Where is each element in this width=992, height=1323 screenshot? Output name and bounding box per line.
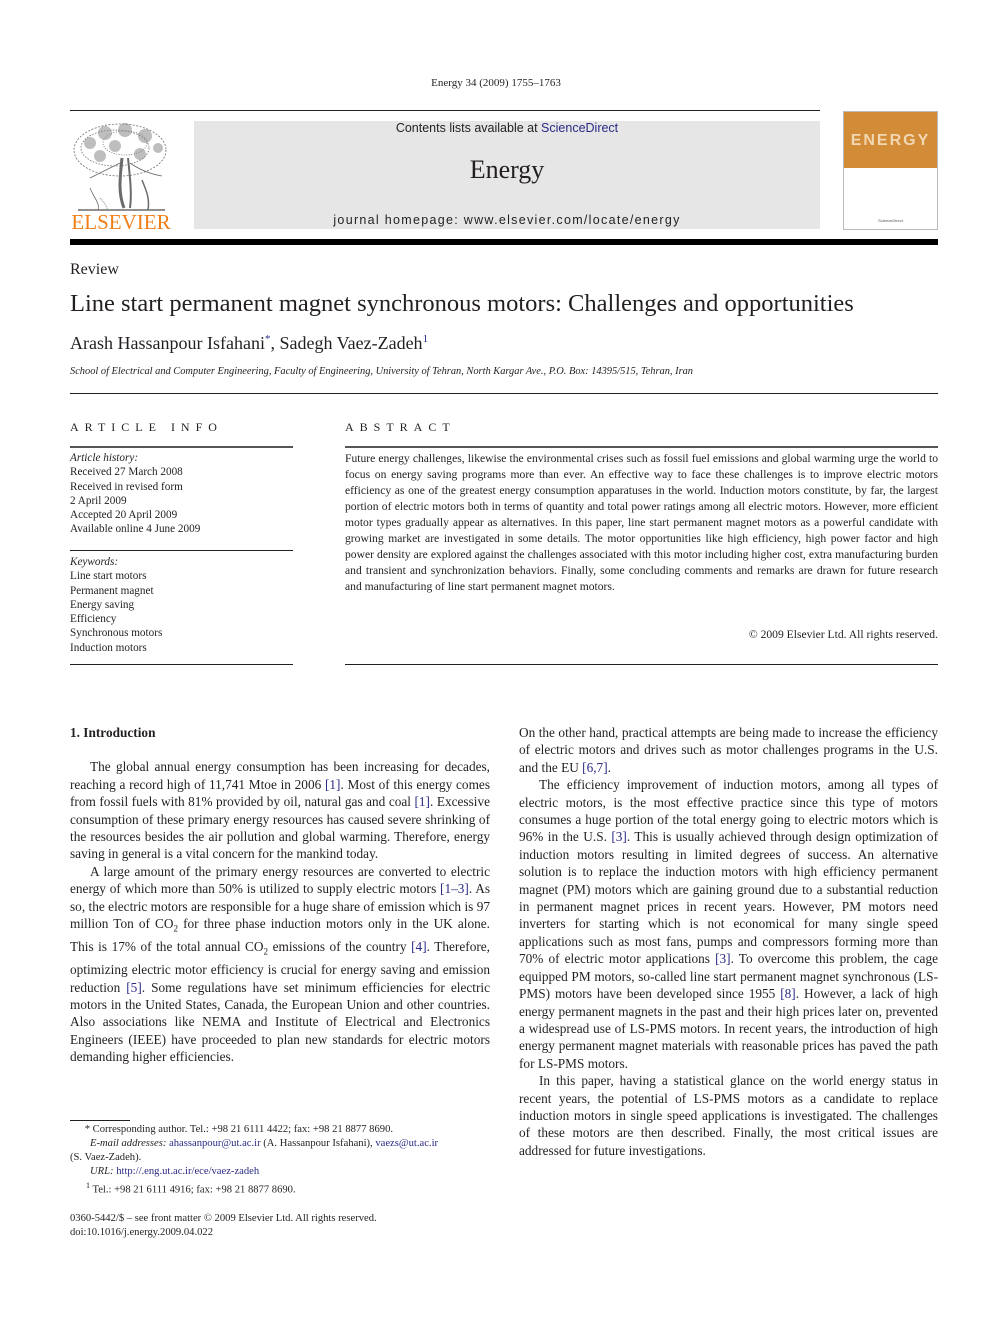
keywords-label: Keywords: <box>70 556 119 568</box>
contents-prefix: Contents lists available at <box>395 121 542 135</box>
elsevier-wordmark[interactable]: ELSEVIER <box>70 210 172 235</box>
abstract-text: Future energy challenges, likewise the e… <box>345 452 938 593</box>
top-rule <box>70 110 820 111</box>
text-run: In this paper, having a statistical glan… <box>519 1073 938 1158</box>
abstract-heading: ABSTRACT <box>345 420 456 434</box>
history-item: Received 27 March 2008 <box>70 466 183 479</box>
keywords: Keywords: Line start motors Permanent ma… <box>70 555 293 655</box>
keyword: Efficiency <box>70 613 117 626</box>
journal-homepage-link[interactable]: journal homepage: www.elsevier.com/locat… <box>194 213 820 227</box>
footnote-text: Tel.: +98 21 6111 4916; fax: +98 21 8877… <box>92 1184 296 1196</box>
url-label: URL: <box>90 1166 117 1177</box>
text-run: A large amount of the primary energy res… <box>70 863 490 897</box>
issn-block: 0360-5442/$ – see front matter © 2009 El… <box>70 1212 490 1240</box>
body-paragraph: In this paper, having a statistical glan… <box>519 1072 938 1159</box>
body-column-left: 1. Introduction The global annual energy… <box>70 724 490 1066</box>
author-name[interactable]: Sadegh Vaez-Zadeh <box>279 333 422 353</box>
citation-link[interactable]: [3] <box>715 951 731 966</box>
article-history: Article history: Received 27 March 2008 … <box>70 451 293 537</box>
cover-title: ENERGY <box>850 132 931 149</box>
corresponding-author-note: Corresponding author. Tel.: +98 21 6111 … <box>92 1124 394 1135</box>
email-label: E-mail addresses: <box>90 1138 170 1149</box>
divider <box>345 664 938 665</box>
text-run: emissions of the country <box>268 939 412 955</box>
body-column-right: On the other hand, practical attempts ar… <box>519 724 938 1159</box>
divider <box>70 664 293 665</box>
email-link[interactable]: ahassanpour@ut.ac.ir <box>169 1138 261 1149</box>
keyword: Energy saving <box>70 598 135 611</box>
cover-footer: ScienceDirect <box>878 218 903 223</box>
journal-name: Energy <box>469 155 545 184</box>
paragraphs: On the other hand, practical attempts ar… <box>519 724 938 1159</box>
citation-link[interactable]: [1] <box>414 794 430 809</box>
history-item: 2 April 2009 <box>70 494 127 507</box>
citation-link[interactable]: [6,7] <box>582 760 607 775</box>
keyword: Permanent magnet <box>70 584 154 597</box>
contents-availability: Contents lists available at ScienceDirec… <box>194 121 820 135</box>
keyword: Synchronous motors <box>70 627 163 640</box>
affiliation: School of Electrical and Computer Engine… <box>70 366 694 377</box>
section-heading: 1. Introduction <box>70 725 156 740</box>
citation-link[interactable]: [3] <box>611 829 627 844</box>
paper-title: Line start permanent magnet synchronous … <box>70 290 854 317</box>
footnote-mark: * <box>84 1124 90 1135</box>
body-paragraph: A large amount of the primary energy res… <box>70 863 490 1066</box>
citation-link[interactable]: [4] <box>411 939 427 954</box>
text-run: . This is usually achieved through desig… <box>519 829 938 967</box>
running-head: Energy 34 (2009) 1755–1763 <box>431 77 561 89</box>
article-info-heading: ARTICLE INFO <box>70 420 223 434</box>
history-item: Accepted 20 April 2009 <box>70 509 178 522</box>
divider <box>70 393 938 394</box>
footnote-rule <box>70 1120 130 1121</box>
history-item: Received in revised form <box>70 480 183 493</box>
keyword: Induction motors <box>70 641 147 654</box>
citation-link[interactable]: [1] <box>325 777 341 792</box>
history-item: Available online 4 June 2009 <box>70 523 201 536</box>
journal-cover-thumbnail[interactable]: ENERGY ScienceDirect <box>843 111 938 230</box>
issn-line: 0360-5442/$ – see front matter © 2009 El… <box>70 1213 377 1224</box>
email-owner: (A. Hassanpour Isfahani), <box>260 1138 376 1149</box>
citation-link[interactable]: [5] <box>126 980 142 995</box>
email-link[interactable]: vaezs@ut.ac.ir <box>375 1138 438 1149</box>
doi[interactable]: doi:10.1016/j.energy.2009.04.022 <box>70 1226 490 1240</box>
author-name[interactable]: Arash Hassanpour Isfahani <box>70 333 265 353</box>
journal-banner: Contents lists available at ScienceDirec… <box>194 121 820 229</box>
body-paragraph: The efficiency improvement of induction … <box>519 776 938 1072</box>
abstract-copyright: © 2009 Elsevier Ltd. All rights reserved… <box>748 628 938 641</box>
divider <box>345 446 938 448</box>
footnote-mark[interactable]: 1 <box>423 333 429 345</box>
author-list: Arash Hassanpour Isfahani*, Sadegh Vaez-… <box>70 333 428 354</box>
url-link[interactable]: http://.eng.ut.ac.ir/ece/vaez-zadeh <box>116 1166 259 1177</box>
article-type: Review <box>70 261 119 278</box>
divider <box>70 550 293 551</box>
divider <box>70 446 293 448</box>
email-owner: (S. Vaez-Zadeh). <box>70 1152 142 1163</box>
keyword: Line start motors <box>70 570 147 583</box>
citation-link[interactable]: [1–3] <box>440 881 469 896</box>
footnotes: * Corresponding author. Tel.: +98 21 611… <box>70 1123 490 1198</box>
history-label: Article history: <box>70 452 139 464</box>
body-paragraph: The global annual energy consumption has… <box>70 758 490 862</box>
citation-link[interactable]: [8] <box>780 986 796 1001</box>
text-run: . <box>607 759 611 775</box>
paragraphs: The global annual energy consumption has… <box>70 758 490 1065</box>
sciencedirect-link[interactable]: ScienceDirect <box>541 121 618 135</box>
footnote-mark: 1 <box>86 1181 90 1190</box>
body-paragraph: On the other hand, practical attempts ar… <box>519 724 938 776</box>
masthead-rule <box>70 239 938 245</box>
